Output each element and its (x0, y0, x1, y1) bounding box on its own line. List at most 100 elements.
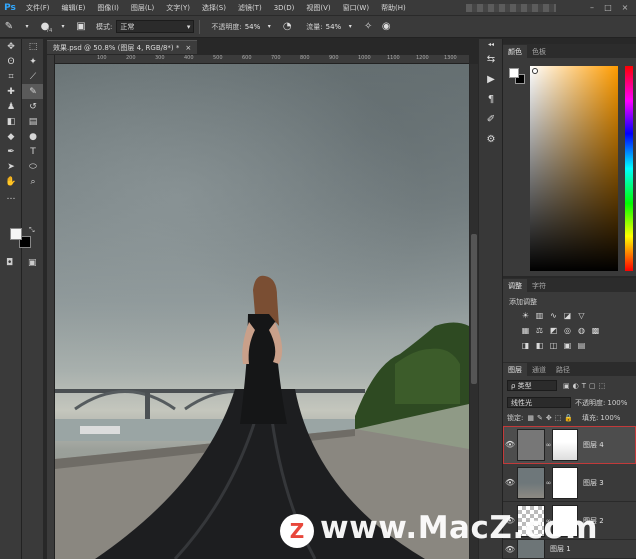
eraser-tool-icon[interactable]: ◧ (0, 114, 22, 129)
history-panel-icon[interactable]: ⇆ (479, 49, 503, 69)
crop-tool-icon[interactable]: ⌗ (0, 69, 22, 84)
vibrance-icon[interactable]: ▽ (577, 311, 586, 320)
menu-help[interactable]: 帮助(H) (375, 3, 412, 13)
actions-panel-icon[interactable]: ▶ (479, 69, 503, 89)
foreground-color-swatch[interactable] (10, 228, 22, 240)
chevron-down-icon[interactable]: ▾ (260, 18, 278, 36)
tab-swatches[interactable]: 色板 (527, 45, 551, 58)
fill-value[interactable]: 100% (600, 414, 620, 422)
path-select-tool-icon[interactable]: ➤ (0, 159, 22, 174)
threshold-icon[interactable]: ◫ (549, 341, 558, 350)
brush-tool-active-icon[interactable]: ✎ (22, 84, 44, 99)
hue-slider[interactable] (625, 66, 633, 271)
menu-type[interactable]: 文字(Y) (160, 3, 196, 13)
color-balance-icon[interactable]: ⚖ (535, 326, 544, 335)
menu-file[interactable]: 文件(F) (20, 3, 56, 13)
filter-icons[interactable]: ▣◐T▢⬚ (563, 382, 608, 390)
pressure-size-icon[interactable]: ◉ (377, 18, 395, 36)
curves-icon[interactable]: ∿ (549, 311, 558, 320)
black-white-icon[interactable]: ◩ (549, 326, 558, 335)
pen-tool-icon[interactable]: ✒ (0, 144, 22, 159)
swap-colors-icon[interactable]: ⤡ (29, 226, 35, 235)
menu-select[interactable]: 选择(S) (196, 3, 232, 13)
layer-filter-select[interactable]: ρ 类型 (507, 380, 557, 391)
menu-filter[interactable]: 滤镜(T) (232, 3, 268, 13)
menu-layer[interactable]: 图层(L) (125, 3, 160, 13)
color-lookup-icon[interactable]: ▩ (591, 326, 600, 335)
tab-channels[interactable]: 通道 (527, 363, 551, 376)
menu-3d[interactable]: 3D(D) (268, 4, 301, 12)
eyedropper-tool-icon[interactable]: ⟋ (22, 69, 44, 84)
tab-character[interactable]: 字符 (527, 279, 551, 292)
close-icon[interactable]: × (185, 44, 191, 52)
vertical-scrollbar[interactable] (470, 64, 478, 559)
more-tools-icon[interactable]: … (0, 189, 22, 204)
type-tool-icon[interactable]: T (22, 144, 44, 159)
history-brush-tool-icon[interactable]: ↺ (22, 99, 44, 114)
marquee-tool-icon[interactable]: ⬚ (22, 39, 44, 54)
tab-adjustments[interactable]: 调整 (503, 279, 527, 292)
image-canvas[interactable] (55, 64, 469, 559)
close-icon[interactable]: × (619, 2, 631, 14)
layer-row-3[interactable]: 👁 ∞ 图层 3 (503, 464, 636, 502)
menu-edit[interactable]: 编辑(E) (56, 3, 92, 13)
menu-window[interactable]: 窗口(W) (337, 3, 375, 13)
tab-color[interactable]: 颜色 (503, 45, 527, 58)
shape-tool-icon[interactable]: ⬭ (22, 159, 44, 174)
airbrush-icon[interactable]: ✧ (359, 18, 377, 36)
brightness-icon[interactable]: ☀ (521, 311, 530, 320)
lasso-tool-icon[interactable]: ʘ (0, 54, 22, 69)
chevron-down-icon[interactable]: ▾ (54, 18, 72, 36)
foreground-color-swatch[interactable] (509, 68, 519, 78)
dodge-tool-icon[interactable]: ● (22, 129, 44, 144)
eye-icon[interactable]: 👁 (503, 440, 517, 449)
properties-panel-icon[interactable]: ⚙ (479, 129, 503, 149)
collapse-icon[interactable]: ◂◂ (479, 39, 503, 49)
hand-tool-icon[interactable]: ✋ (0, 174, 22, 189)
layer-mask-thumbnail[interactable] (552, 466, 578, 499)
layer-opacity-value[interactable]: 100% (607, 399, 627, 407)
layer-mask-thumbnail[interactable] (552, 428, 578, 461)
lock-icons[interactable]: ▦✎✥⬚🔒 (527, 414, 576, 422)
document-tab[interactable]: 效果.psd @ 50.8% (图层 4, RGB/8*) * × (47, 40, 198, 54)
minimize-icon[interactable]: – (586, 2, 598, 14)
channel-mixer-icon[interactable]: ◍ (577, 326, 586, 335)
paragraph-panel-icon[interactable]: ¶ (479, 89, 503, 109)
brush-tool-icon[interactable]: ✎ (0, 18, 18, 36)
opacity-value[interactable]: 54% (245, 23, 261, 31)
exposure-icon[interactable]: ◪ (563, 311, 572, 320)
color-picker-cursor[interactable] (532, 68, 538, 74)
chevron-down-icon[interactable]: ▾ (18, 18, 36, 36)
chevron-down-icon[interactable]: ▾ (341, 18, 359, 36)
tab-layers[interactable]: 图层 (503, 363, 527, 376)
stamp-tool-icon[interactable]: ♟ (0, 99, 22, 114)
levels-icon[interactable]: ▥ (535, 311, 544, 320)
tool-presets-icon[interactable]: ✐ (479, 109, 503, 129)
pressure-opacity-icon[interactable]: ◔ (278, 18, 296, 36)
layer-row-4[interactable]: 👁 ∞ 图层 4 (503, 426, 636, 464)
invert-icon[interactable]: ◨ (521, 341, 530, 350)
quick-mask-icon[interactable]: ◘ (6, 258, 13, 268)
healing-tool-icon[interactable]: ✚ (0, 84, 22, 99)
brush-settings-icon[interactable]: ▣ (72, 18, 90, 36)
zoom-tool-icon[interactable]: ⌕ (22, 174, 44, 189)
screen-mode-icon[interactable]: ▣ (28, 258, 37, 268)
menu-view[interactable]: 视图(V) (300, 3, 336, 13)
eye-icon[interactable]: 👁 (503, 478, 517, 487)
tab-paths[interactable]: 路径 (551, 363, 575, 376)
flow-value[interactable]: 54% (326, 23, 342, 31)
gradient-map-icon[interactable]: ▤ (577, 341, 586, 350)
gradient-tool-icon[interactable]: ▤ (22, 114, 44, 129)
scrollbar-thumb[interactable] (471, 234, 477, 384)
selective-color-icon[interactable]: ▣ (563, 341, 572, 350)
maximize-icon[interactable]: □ (602, 2, 614, 14)
color-field[interactable] (530, 66, 618, 271)
posterize-icon[interactable]: ◧ (535, 341, 544, 350)
blur-tool-icon[interactable]: ◆ (0, 129, 22, 144)
magic-wand-tool-icon[interactable]: ✦ (22, 54, 44, 69)
hue-saturation-icon[interactable]: ▦ (521, 326, 530, 335)
move-tool-icon[interactable]: ✥ (0, 39, 22, 54)
menu-image[interactable]: 图像(I) (91, 3, 125, 13)
blend-mode-select[interactable]: 线性光 (507, 397, 571, 408)
mode-select[interactable]: 正常 ▾ (116, 20, 195, 33)
